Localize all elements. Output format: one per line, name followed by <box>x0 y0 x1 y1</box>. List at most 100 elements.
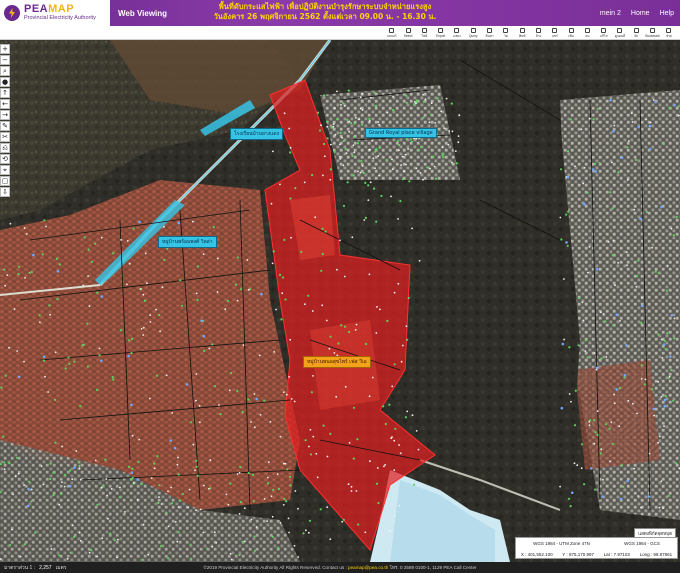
tool-label: Bookmark <box>645 34 660 38</box>
nav-help[interactable]: Help <box>660 10 674 17</box>
tool-button[interactable]: ลบ <box>580 26 594 40</box>
map-label-school[interactable]: โรงเรียนบ้านยางแดง <box>230 128 284 140</box>
tool-icon <box>438 28 444 33</box>
coordinate-panel: WGS 1984 - UTM Zone 47N WGS 1984 - GCS X… <box>515 537 678 559</box>
tool-label: ดูแผนที่ <box>614 33 626 38</box>
tool-icon <box>421 27 427 33</box>
map-label-grand-royal[interactable]: Grand Royal place village <box>365 128 437 138</box>
tool-button[interactable]: แชร์ <box>548 26 562 40</box>
tool-icon <box>584 27 590 33</box>
map-control-icon[interactable]: ↑ <box>0 88 10 98</box>
tool-button[interactable]: ช่วย <box>662 26 676 40</box>
map-control-icon[interactable]: ⟲ <box>0 154 10 164</box>
tool-button[interactable]: วัด <box>499 26 513 40</box>
tool-button[interactable]: พิมพ์ <box>515 26 529 40</box>
satellite-map <box>0 40 680 562</box>
tool-button[interactable]: Bookmark <box>645 26 660 40</box>
tool-icon <box>487 27 493 33</box>
map-control-icon[interactable]: ⎌ <box>0 143 10 153</box>
map-control-icon[interactable]: + <box>0 44 10 54</box>
map-control-icon[interactable]: ⌕ <box>0 66 10 76</box>
coord-lat: Lat : 7.97103 <box>603 552 630 557</box>
tool-icon <box>650 28 656 33</box>
tool-label: วัด <box>503 33 508 38</box>
status-footer: มาตราส่วน 1 : 2,257 เมตร ©2019 Provincia… <box>0 562 680 573</box>
logo-title: PEAMAP <box>24 3 75 16</box>
map-control-icon[interactable]: ● <box>0 77 10 87</box>
tool-icon <box>405 28 411 33</box>
header-nav: mein 2 Home Help <box>600 0 674 26</box>
tool-icon <box>666 27 672 33</box>
tool-label: แชร์ <box>551 33 558 38</box>
tool-button[interactable]: ไฟล์ <box>417 26 431 40</box>
tool-icon <box>601 27 607 33</box>
coord-x: X : 401,552.100 <box>520 552 553 557</box>
tool-icon <box>535 27 541 33</box>
tool-icon <box>552 27 558 33</box>
map-control-icon[interactable]: → <box>0 110 10 120</box>
contact-email-link[interactable]: peamap@pea.co.th <box>348 565 388 570</box>
tool-label: ล้าง <box>535 33 542 38</box>
announce-line-2: วันอังคาร 26 พฤศจิกายน 2562 ตั้งแต่เวลา … <box>213 12 437 21</box>
map-control-icon[interactable]: ✂ <box>0 132 10 142</box>
tool-label: แก้ไข <box>599 33 608 38</box>
coord-system-utm: WGS 1984 - UTM Zone 47N <box>533 541 590 546</box>
announce-line-1: พื้นที่ดับกระแสไฟฟ้า เพื่อปฏิบัติงานบำรุ… <box>218 2 432 11</box>
tool-label: เลเยอร์ <box>386 33 397 38</box>
lightning-logo-icon <box>4 5 20 21</box>
map-control-icon[interactable]: ▢ <box>0 176 10 186</box>
tool-buttons: เลเยอร์ Select ไฟล์ Export แสดง Query ค้นหา วัด… <box>385 26 676 40</box>
map-control-icon[interactable]: ⌖ <box>0 165 10 175</box>
tool-button[interactable]: เลเยอร์ <box>385 26 399 40</box>
tool-icon <box>568 27 574 33</box>
tool-icon <box>617 27 623 33</box>
copyright-text: ©2019 Provincial Electricity Authority A… <box>203 565 477 570</box>
tool-label: ปัก <box>634 33 639 38</box>
tool-button[interactable]: แก้ไข <box>597 26 611 40</box>
outage-zone-label[interactable]: หมู่บ้านพนอสุขไพร์ เฟส วีเอ <box>303 356 371 368</box>
tool-icon <box>454 27 460 33</box>
tool-label: ค้นหา <box>485 33 494 38</box>
tool-button[interactable]: ปัก <box>629 26 643 40</box>
tool-icon <box>470 28 476 33</box>
tool-button[interactable]: ค้นหา <box>482 26 496 40</box>
tool-icon <box>519 27 525 33</box>
map-control-icon[interactable]: ✎ <box>0 121 10 131</box>
tool-label: ลบ <box>585 33 590 38</box>
map-view[interactable]: โรงเรียนบ้านยางแดง Grand Royal place vil… <box>0 40 680 562</box>
tool-label: Query <box>468 34 478 38</box>
nav-user[interactable]: mein 2 <box>600 10 621 17</box>
tool-label: แสดง <box>453 33 461 38</box>
tool-label: Export <box>436 34 446 38</box>
coord-long: Long : 99.87861 <box>639 552 673 557</box>
map-control-icon[interactable]: ⇩ <box>0 187 10 197</box>
tool-button[interactable]: Export <box>434 26 448 40</box>
tool-icon <box>633 27 639 33</box>
coord-system-gcs: WGS 1984 - GCS <box>624 541 660 546</box>
tool-button[interactable]: Select <box>401 26 415 40</box>
map-side-controls: + − ⌕ ● ↑ ← → ✎ ✂ ⎌ ⟲ ⌖ ▢ ⇩ <box>0 44 10 197</box>
tool-icon <box>503 27 509 33</box>
tool-button[interactable]: Query <box>466 26 480 40</box>
logo-subtitle: Provincial Electricity Authority <box>24 15 96 22</box>
app-name: Web Viewing <box>118 8 168 18</box>
map-control-icon[interactable]: ← <box>0 99 10 109</box>
top-header: PEAMAP Provincial Electricity Authority … <box>0 0 680 26</box>
tool-icon <box>389 27 395 33</box>
tool-label: เพิ่ม <box>568 33 574 38</box>
tool-label: ไฟล์ <box>421 33 428 38</box>
outage-announcement: พื้นที่ดับกระแสไฟฟ้า เพื่อปฏิบัติงานบำรุ… <box>200 2 450 22</box>
peamap-app: PEAMAP Provincial Electricity Authority … <box>0 0 680 573</box>
coord-y: Y : 875,170.997 <box>562 552 594 557</box>
tool-button[interactable]: ดูแผนที่ <box>613 26 627 40</box>
map-control-icon[interactable]: − <box>0 55 10 65</box>
pea-logo[interactable]: PEAMAP Provincial Electricity Authority <box>0 0 110 26</box>
nav-home[interactable]: Home <box>631 10 650 17</box>
tool-button[interactable]: ล้าง <box>531 26 545 40</box>
tool-label: ช่วย <box>665 33 672 38</box>
tool-label: Select <box>403 34 413 38</box>
tool-button[interactable]: แสดง <box>450 26 464 40</box>
tool-button[interactable]: เพิ่ม <box>564 26 578 40</box>
map-label-village[interactable]: หมู่บ้านพร้อมพงศ์ วิลล่า <box>158 236 217 248</box>
tool-label: พิมพ์ <box>519 33 526 38</box>
